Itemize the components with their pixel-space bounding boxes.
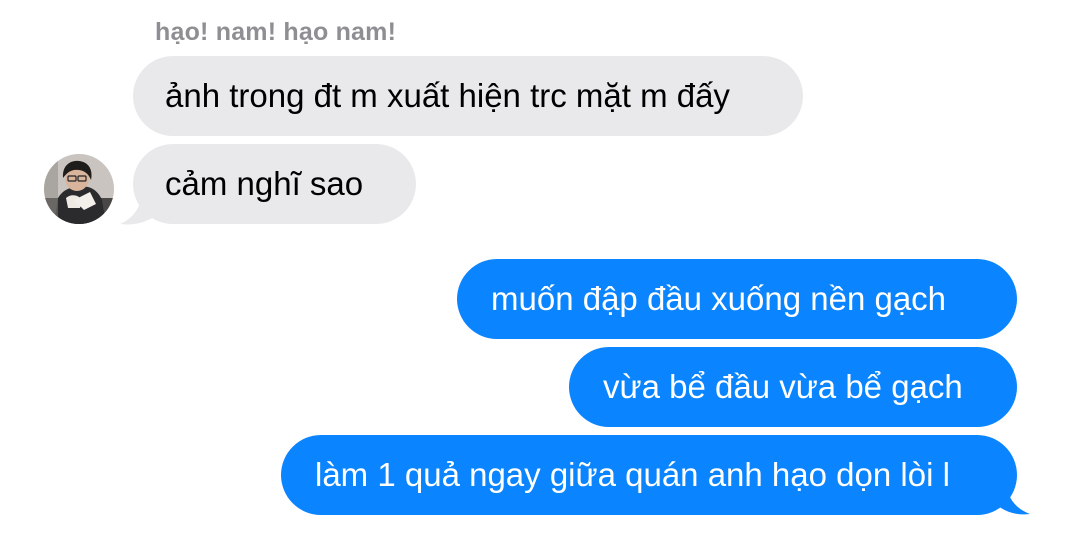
- incoming-message[interactable]: cảm nghĩ sao: [133, 144, 416, 224]
- avatar[interactable]: [44, 154, 114, 224]
- sender-name: hạo! nam! hạo nam!: [155, 18, 397, 46]
- outgoing-message[interactable]: muốn đập đầu xuống nền gạch: [457, 259, 1017, 339]
- outgoing-bubble-tail: [992, 478, 1030, 515]
- incoming-bubble-tail: [120, 190, 160, 225]
- outgoing-message[interactable]: vừa bể đầu vừa bể gạch: [569, 347, 1017, 427]
- incoming-message[interactable]: ảnh trong đt m xuất hiện trc mặt m đấy: [133, 56, 803, 136]
- outgoing-message[interactable]: làm 1 quả ngay giữa quán anh hạo dọn lòi…: [281, 435, 1017, 515]
- avatar-photo: [44, 154, 114, 224]
